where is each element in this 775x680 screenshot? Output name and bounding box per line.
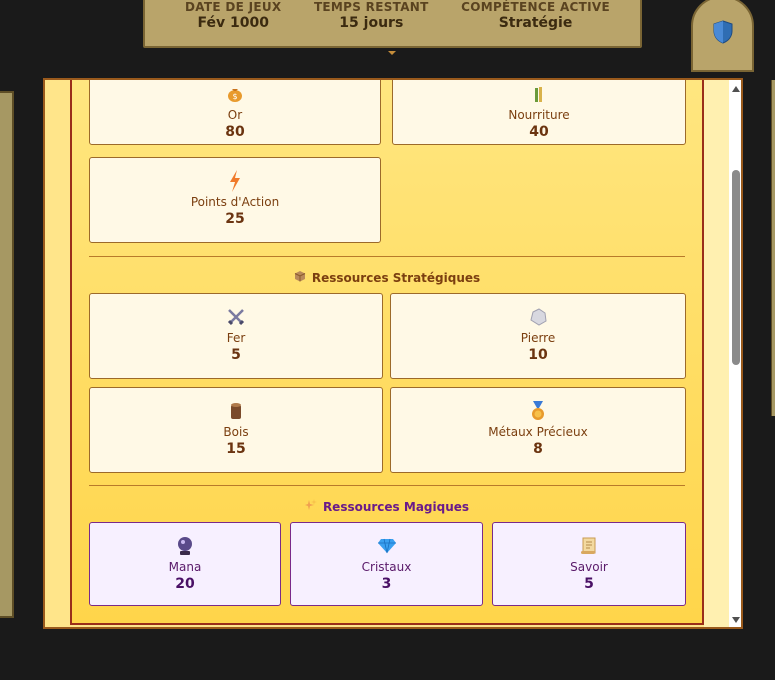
resource-name: Savoir [570,560,608,574]
stat-value: Fév 1000 [197,15,269,31]
crossed-swords-icon [226,306,246,328]
resource-card-iron: Fer 5 [89,293,383,379]
resource-name: Métaux Précieux [488,425,588,439]
stat-game-date: DATE DE JEUX Fév 1000 [185,0,281,46]
resource-value: 5 [231,347,241,363]
package-icon [294,270,306,285]
resource-card-wood: Bois 15 [89,387,383,473]
chevron-down-icon[interactable] [388,51,396,55]
resource-value: 5 [584,576,594,592]
scrollbar[interactable] [729,80,741,627]
resource-card-stone: Pierre 10 [390,293,686,379]
left-side-panel [0,91,14,618]
rock-icon [528,306,548,328]
resource-name: Nourriture [508,108,570,122]
section-divider [89,485,685,486]
resource-value: 3 [381,576,392,592]
resource-name: Cristaux [361,560,412,574]
section-title-magic: Ressources Magiques [89,499,685,514]
shield-icon [713,20,733,48]
scroll-icon [579,535,599,557]
stat-label: COMPÉTENCE ACTIVE [461,0,610,14]
resource-name: Fer [226,331,246,345]
scrollbar-thumb[interactable] [732,170,740,365]
stat-active-skill: COMPÉTENCE ACTIVE Stratégie [461,0,610,46]
resource-card-knowledge: Savoir 5 [492,522,686,606]
stat-label: DATE DE JEUX [185,0,282,14]
stat-value: 15 jours [339,15,404,31]
resources-modal: $ Or 80 Nourriture 40 Points d'Action 25… [43,78,743,629]
stat-value: Stratégie [498,15,573,31]
scroll-down-icon[interactable] [732,617,740,623]
lightning-icon [228,170,242,192]
wood-icon [228,400,244,422]
resource-name: Points d'Action [190,195,280,209]
sparkles-icon [304,499,317,514]
money-bag-icon: $ [227,83,243,105]
resource-name: Bois [223,425,249,439]
section-title-text: Ressources Magiques [322,499,470,514]
crystal-ball-icon [176,535,194,557]
resource-name: Pierre [520,331,556,345]
shield-button[interactable] [691,0,754,72]
section-divider [89,256,685,257]
svg-text:$: $ [232,92,237,101]
section-title-strategic: Ressources Stratégiques [89,270,685,285]
right-side-panel [771,80,775,416]
resource-value: 15 [226,441,246,457]
resource-card-crystals: Cristaux 3 [290,522,483,606]
modal-margin [704,80,729,627]
resource-card-mana: Mana 20 [89,522,281,606]
resource-card-action-points: Points d'Action 25 [89,157,381,243]
resource-card-food: Nourriture 40 [392,80,686,145]
gem-icon [377,535,397,557]
resource-value: 10 [528,347,548,363]
resource-name: Or [227,108,243,122]
scroll-up-icon[interactable] [732,86,740,92]
resource-card-gold: $ Or 80 [89,80,381,145]
wheat-icon [532,83,546,105]
resource-card-precious-metals: Métaux Précieux 8 [390,387,686,473]
medal-icon [530,400,546,422]
game-status-bar: DATE DE JEUX Fév 1000 TEMPS RESTANT 15 j… [143,0,642,48]
resource-value: 20 [175,576,195,592]
stat-label: TEMPS RESTANT [313,0,429,14]
section-title-text: Ressources Stratégiques [311,270,481,285]
resource-value: 8 [533,441,543,457]
resource-value: 25 [225,211,245,227]
resource-value: 80 [225,124,245,140]
resource-value: 40 [529,124,549,140]
resource-name: Mana [168,560,202,574]
stat-time-remaining: TEMPS RESTANT 15 jours [314,0,429,46]
